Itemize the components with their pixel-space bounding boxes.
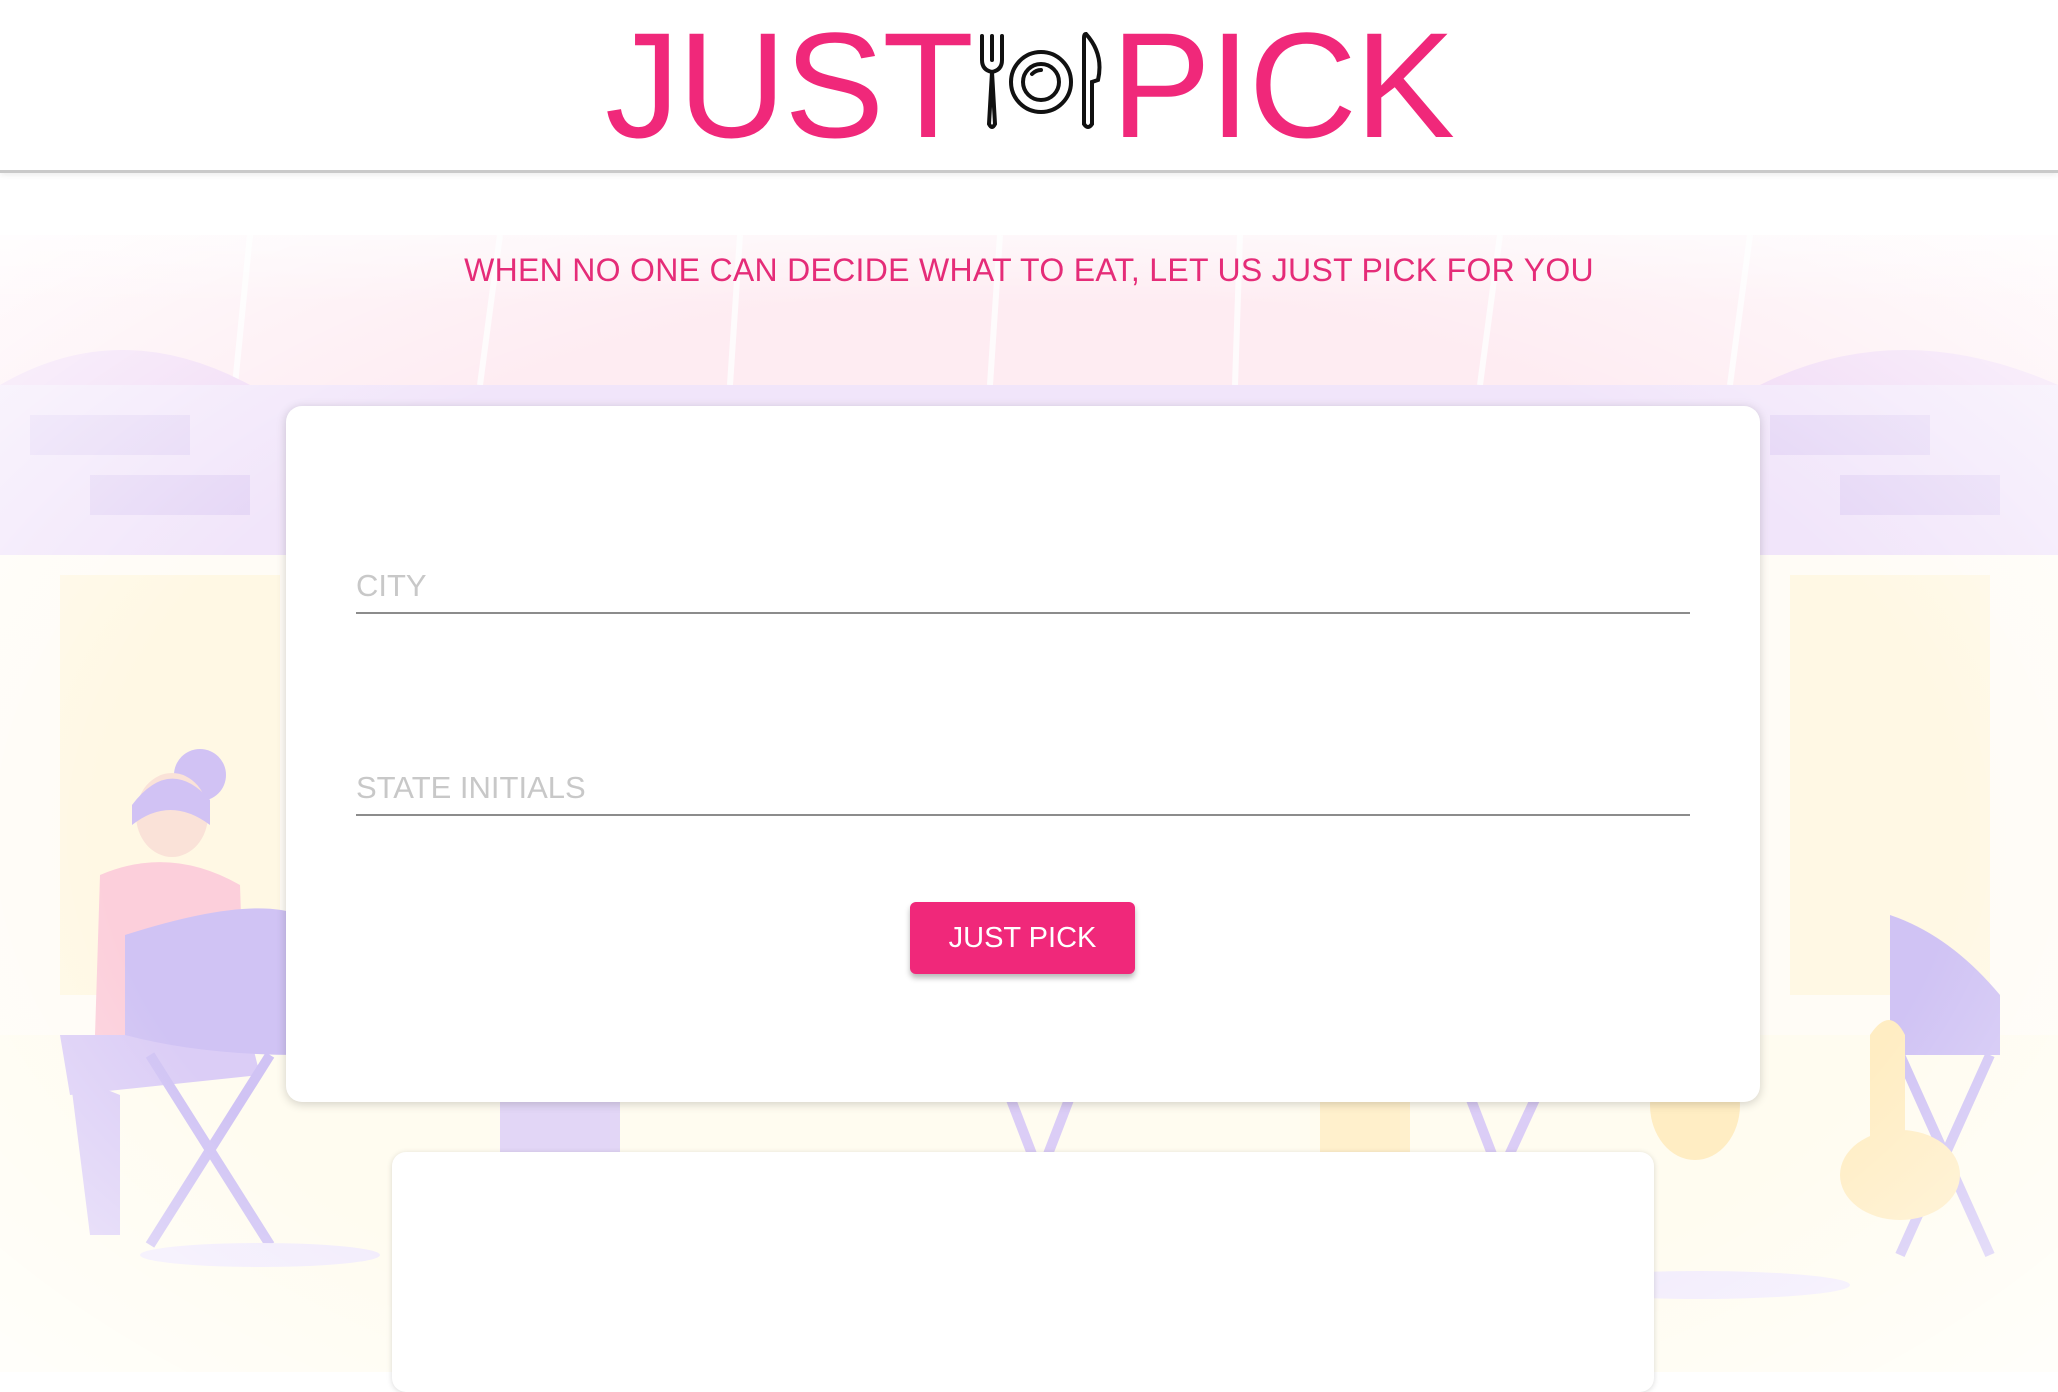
plate-fork-knife-icon	[979, 31, 1102, 129]
just-pick-button[interactable]: JUST PICK	[910, 902, 1135, 974]
city-field[interactable]	[356, 542, 1690, 614]
city-input[interactable]	[356, 568, 1690, 604]
logo-text-just: JUST	[604, 1, 974, 169]
state-initials-input[interactable]	[356, 770, 1690, 806]
logo-text-pick: PICK	[1110, 1, 1455, 169]
result-card	[392, 1152, 1654, 1392]
state-initials-field[interactable]	[356, 744, 1690, 816]
tagline: WHEN NO ONE CAN DECIDE WHAT TO EAT, LET …	[464, 252, 1594, 288]
site-logo[interactable]: JUST PICK	[0, 10, 2058, 160]
site-header: JUST PICK	[0, 0, 2058, 173]
